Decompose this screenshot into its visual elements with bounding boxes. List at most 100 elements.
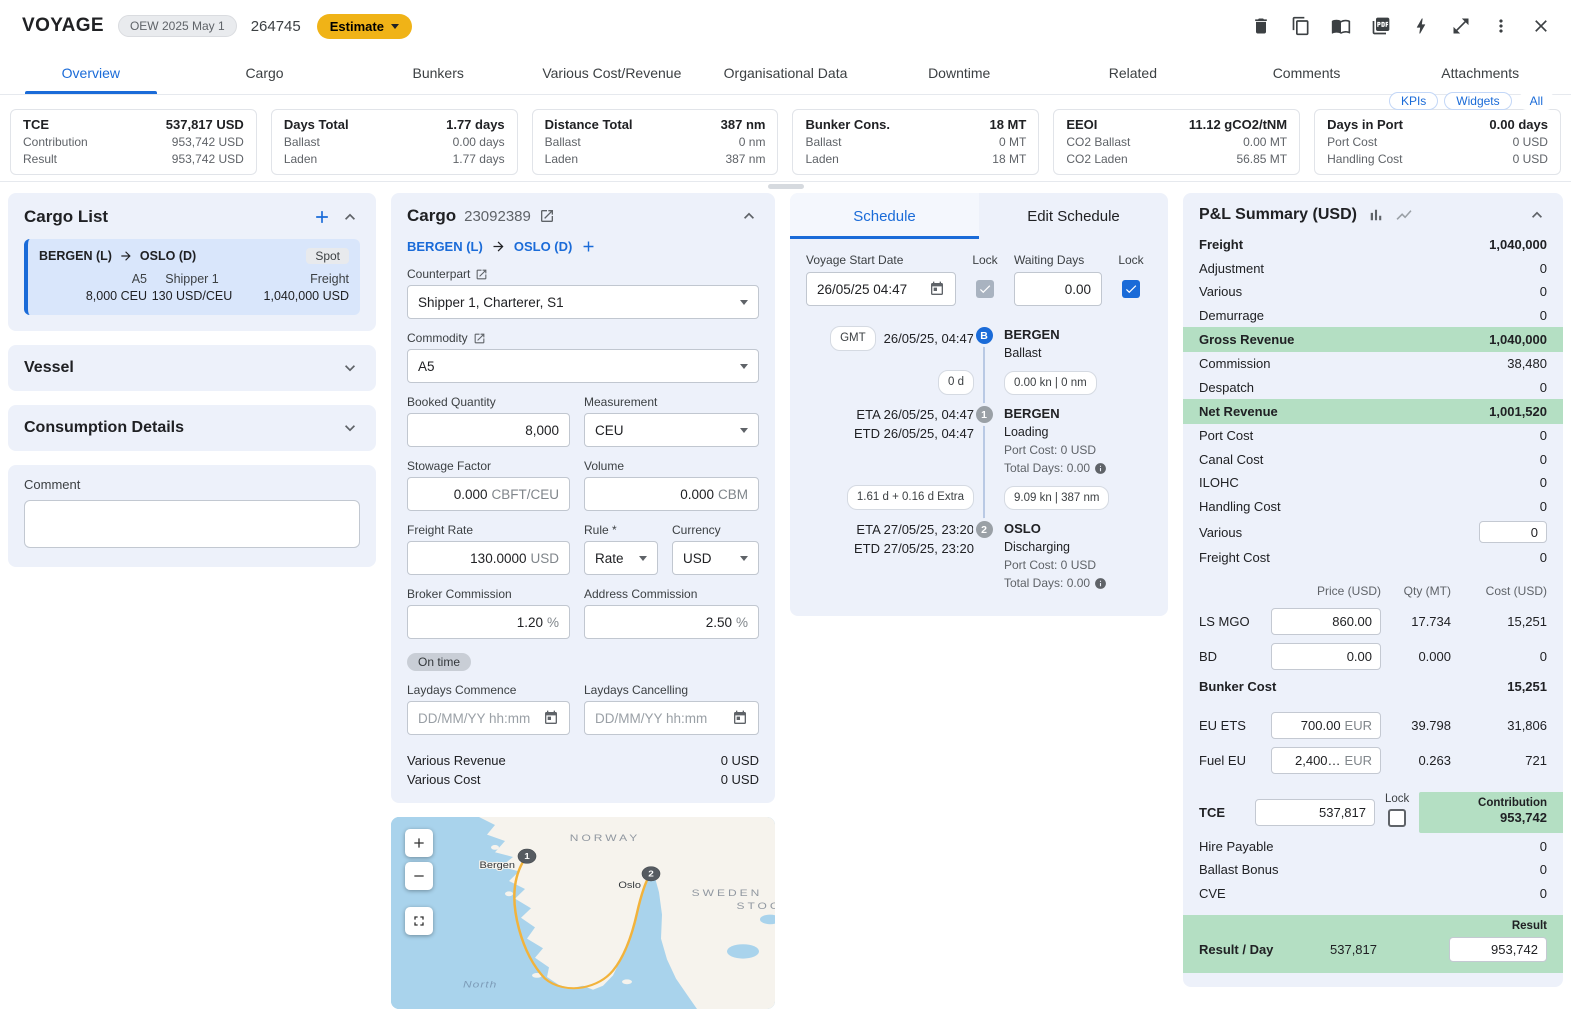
tab-organisational-data[interactable]: Organisational Data	[699, 52, 873, 94]
stowage-factor-input[interactable]: 0.000CBFT/CEU	[407, 477, 570, 511]
laydays-cancelling-label: Laydays Cancelling	[584, 683, 688, 697]
expand-consumption-button[interactable]	[340, 418, 360, 438]
report-button[interactable]	[1323, 8, 1359, 44]
check-icon	[978, 282, 992, 296]
laydays-commence-input[interactable]: DD/MM/YY hh:mm	[407, 701, 570, 735]
zoom-in-button[interactable]	[405, 829, 433, 857]
tce-input[interactable]: 537,817	[1255, 799, 1375, 826]
currency-select[interactable]: USD	[672, 541, 759, 575]
cargo-list-item[interactable]: BERGEN (L) OSLO (D) Spot A5 Shipper 1 Fr…	[24, 239, 360, 315]
measurement-select[interactable]: CEU	[584, 413, 759, 447]
laydays-cancelling-input[interactable]: DD/MM/YY hh:mm	[584, 701, 759, 735]
route-map[interactable]: NORWAY SWEDEN STOC Bergen Oslo North 1 2	[391, 817, 775, 1009]
map-controls	[405, 829, 433, 935]
tab-comments[interactable]: Comments	[1220, 52, 1394, 94]
commodity-select[interactable]: A5	[407, 349, 759, 383]
line-chart-view-button[interactable]	[1395, 206, 1413, 224]
delete-button[interactable]	[1243, 8, 1279, 44]
route-load-port-link[interactable]: BERGEN (L)	[407, 239, 483, 254]
more-menu-button[interactable]	[1483, 8, 1519, 44]
open-in-new-icon[interactable]	[473, 332, 486, 345]
tab-cargo[interactable]: Cargo	[178, 52, 352, 94]
stop-etd: ETD 26/05/25, 04:47	[806, 424, 974, 443]
cargo-discharge-port: OSLO (D)	[140, 249, 196, 263]
map-marker-1[interactable]: 1	[518, 849, 536, 863]
map-fullscreen-button[interactable]	[405, 907, 433, 935]
tab-edit-schedule[interactable]: Edit Schedule	[979, 193, 1168, 239]
expand-vessel-button[interactable]	[340, 358, 360, 378]
calendar-icon[interactable]	[543, 710, 559, 726]
leg-duration-chip: 1.61 d + 0.16 d Extra	[847, 485, 974, 510]
info-icon[interactable]	[1094, 462, 1107, 475]
add-port-button[interactable]	[580, 238, 597, 255]
toggle-kpis[interactable]: KPIs	[1389, 92, 1438, 110]
collapse-cargo-detail-button[interactable]	[739, 206, 759, 226]
tab-bunkers[interactable]: Bunkers	[351, 52, 525, 94]
booked-quantity-input[interactable]: 8,000	[407, 413, 570, 447]
voyage-start-lock-checkbox[interactable]	[976, 280, 994, 298]
voyage-start-label: Voyage Start Date	[806, 253, 956, 267]
calendar-icon[interactable]	[929, 281, 945, 297]
tab-overview[interactable]: Overview	[4, 52, 178, 94]
toggle-widgets[interactable]: Widgets	[1444, 92, 1511, 110]
waiting-days-input[interactable]: 0.00	[1014, 272, 1102, 306]
map-label-bergen: Bergen	[480, 861, 515, 871]
rule-select[interactable]: Rate	[584, 541, 658, 575]
tce-lock-label: Lock	[1385, 793, 1409, 805]
fueleu-price-input[interactable]: 2,400…EUR	[1271, 747, 1381, 774]
info-icon[interactable]	[1094, 577, 1107, 590]
kpi-title: Distance Total	[545, 115, 633, 134]
bd-qty: 0.000	[1389, 649, 1451, 664]
lsmgo-cost: 15,251	[1459, 614, 1547, 629]
lsmgo-price-input[interactable]: 860.00	[1271, 608, 1381, 635]
fueleu-qty: 0.263	[1389, 753, 1451, 768]
collapse-pnl-button[interactable]	[1527, 205, 1547, 225]
tab-attachments[interactable]: Attachments	[1393, 52, 1567, 94]
voyage-start-input[interactable]: 26/05/25 04:47	[806, 272, 956, 306]
bd-price-input[interactable]: 0.00	[1271, 643, 1381, 670]
pnl-row-canal-cost: Canal Cost0	[1199, 448, 1547, 472]
tab-related[interactable]: Related	[1046, 52, 1220, 94]
bar-chart-view-button[interactable]	[1367, 206, 1385, 224]
kpi-title: EEOI	[1066, 115, 1097, 134]
chevron-up-icon	[739, 206, 759, 226]
volume-input[interactable]: 0.000CBM	[584, 477, 759, 511]
tab-downtime[interactable]: Downtime	[872, 52, 1046, 94]
lock-label: Lock	[1110, 253, 1152, 267]
open-in-new-icon[interactable]	[475, 268, 488, 281]
comment-input[interactable]	[24, 500, 360, 548]
collapse-cargo-list-button[interactable]	[340, 207, 360, 227]
kpi-card-eeoi: EEOI11.12 gCO2/tNM CO2 Ballast0.00 MT CO…	[1053, 109, 1300, 175]
euets-price-input[interactable]: 700.00EUR	[1271, 712, 1381, 739]
book-icon	[1331, 16, 1351, 36]
add-cargo-button[interactable]	[312, 207, 332, 227]
freight-rate-label: Freight Rate	[407, 523, 473, 537]
open-cargo-button[interactable]	[539, 208, 555, 224]
route-discharge-port-link[interactable]: OSLO (D)	[514, 239, 573, 254]
broker-commission-input[interactable]: 1.20%	[407, 605, 570, 639]
tab-various-cost-revenue[interactable]: Various Cost/Revenue	[525, 52, 699, 94]
estimate-dropdown-button[interactable]: Estimate	[317, 14, 412, 39]
quick-actions-button[interactable]	[1403, 8, 1439, 44]
pnl-row-despatch: Despatch0	[1199, 376, 1547, 400]
pdf-export-button[interactable]	[1363, 8, 1399, 44]
map-marker-2[interactable]: 2	[642, 867, 660, 881]
leg-distance-chip: 9.09 kn | 387 nm	[1004, 486, 1109, 510]
zoom-out-button[interactable]	[405, 862, 433, 890]
tce-lock-checkbox[interactable]	[1388, 809, 1406, 827]
calendar-icon[interactable]	[732, 710, 748, 726]
toggle-all[interactable]: All	[1518, 92, 1555, 110]
map-label-stockholm-partial: STOC	[736, 901, 775, 912]
cargo-column: Cargo 23092389 BERGEN (L) OSLO (D) Count…	[391, 193, 775, 1009]
tab-schedule[interactable]: Schedule	[790, 193, 979, 239]
expand-button[interactable]	[1443, 8, 1479, 44]
close-button[interactable]	[1523, 8, 1559, 44]
result-total-input[interactable]: 953,742	[1449, 937, 1547, 962]
start-time: 26/05/25, 04:47	[884, 329, 974, 348]
freight-rate-input[interactable]: 130.0000USD	[407, 541, 570, 575]
waiting-days-lock-checkbox[interactable]	[1122, 280, 1140, 298]
address-commission-input[interactable]: 2.50%	[584, 605, 759, 639]
counterpart-select[interactable]: Shipper 1, Charterer, S1	[407, 285, 759, 319]
copy-button[interactable]	[1283, 8, 1319, 44]
various-c ost-input[interactable]: 0	[1479, 521, 1547, 543]
